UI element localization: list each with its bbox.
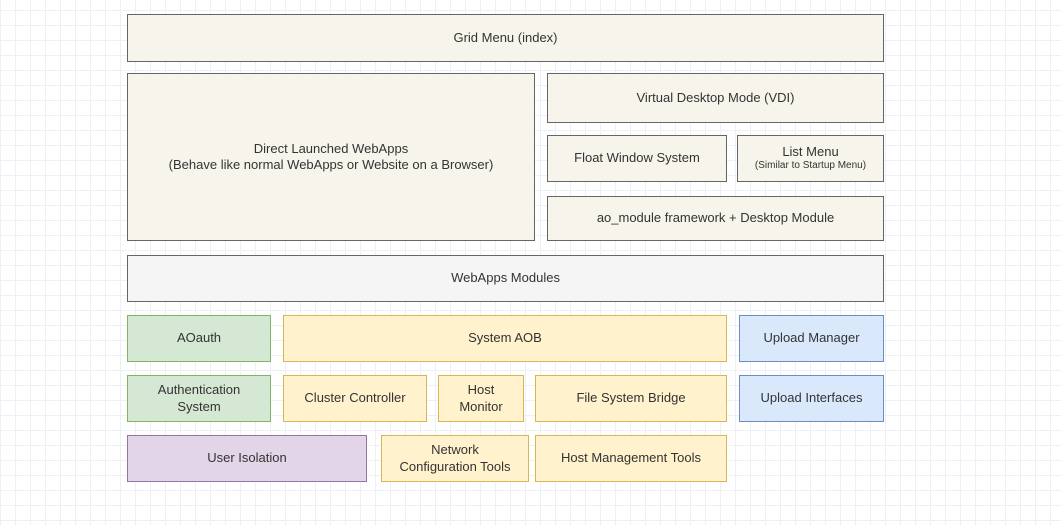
node-upload-interfaces: Upload Interfaces bbox=[739, 375, 884, 422]
node-system-aob: System AOB bbox=[283, 315, 727, 362]
node-upload-interfaces-label: Upload Interfaces bbox=[761, 390, 863, 406]
node-virtual-desktop-mode: Virtual Desktop Mode (VDI) bbox=[547, 73, 884, 123]
node-authentication-system: Authentication System bbox=[127, 375, 271, 422]
node-authentication-system-label: Authentication System bbox=[158, 382, 240, 415]
node-direct-launched-webapps-label: Direct Launched WebApps (Behave like nor… bbox=[169, 141, 494, 174]
diagram-canvas: Grid Menu (index) Direct Launched WebApp… bbox=[0, 0, 1061, 525]
node-cluster-controller: Cluster Controller bbox=[283, 375, 427, 422]
node-grid-menu-label: Grid Menu (index) bbox=[453, 30, 557, 46]
node-host-management-tools-label: Host Management Tools bbox=[561, 450, 701, 466]
node-virtual-desktop-mode-label: Virtual Desktop Mode (VDI) bbox=[637, 90, 795, 106]
node-float-window-system-label: Float Window System bbox=[574, 150, 700, 166]
node-float-window-system: Float Window System bbox=[547, 135, 727, 182]
node-host-monitor: Host Monitor bbox=[438, 375, 524, 422]
node-cluster-controller-label: Cluster Controller bbox=[304, 390, 405, 406]
node-grid-menu: Grid Menu (index) bbox=[127, 14, 884, 62]
node-direct-launched-webapps: Direct Launched WebApps (Behave like nor… bbox=[127, 73, 535, 241]
node-webapps-modules: WebApps Modules bbox=[127, 255, 884, 302]
node-file-system-bridge-label: File System Bridge bbox=[576, 390, 685, 406]
node-aoauth-label: AOauth bbox=[177, 330, 221, 346]
node-network-configuration-tools: Network Configuration Tools bbox=[381, 435, 529, 482]
node-host-monitor-label: Host Monitor bbox=[459, 382, 502, 415]
node-aoauth: AOauth bbox=[127, 315, 271, 362]
node-ao-module-framework-label: ao_module framework + Desktop Module bbox=[597, 210, 834, 226]
node-upload-manager: Upload Manager bbox=[739, 315, 884, 362]
node-list-menu-sublabel: (Similar to Startup Menu) bbox=[755, 160, 866, 173]
node-ao-module-framework: ao_module framework + Desktop Module bbox=[547, 196, 884, 241]
node-file-system-bridge: File System Bridge bbox=[535, 375, 727, 422]
node-upload-manager-label: Upload Manager bbox=[763, 330, 859, 346]
node-user-isolation: User Isolation bbox=[127, 435, 367, 482]
node-list-menu: List Menu (Similar to Startup Menu) bbox=[737, 135, 884, 182]
node-user-isolation-label: User Isolation bbox=[207, 450, 286, 466]
node-network-configuration-tools-label: Network Configuration Tools bbox=[399, 442, 510, 475]
node-system-aob-label: System AOB bbox=[468, 330, 542, 346]
node-list-menu-label: List Menu bbox=[782, 144, 838, 160]
node-host-management-tools: Host Management Tools bbox=[535, 435, 727, 482]
node-webapps-modules-label: WebApps Modules bbox=[451, 270, 560, 286]
